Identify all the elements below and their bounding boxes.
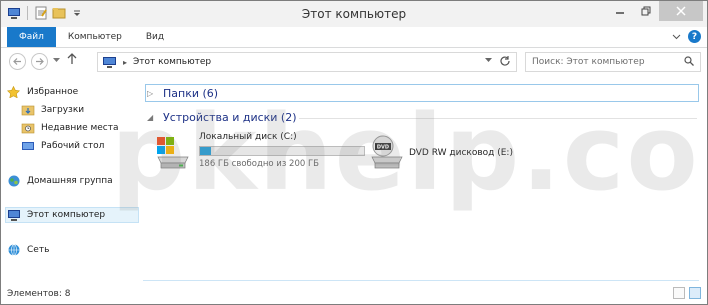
search-placeholder: Поиск: Этот компьютер [532,57,645,67]
address-row: ▸ Этот компьютер Поиск: Этот компьютер [1,49,707,75]
svg-text:DVD: DVD [377,145,389,151]
title-bar: Этот компьютер [1,1,707,27]
restore-icon [641,6,651,16]
details-view-icon[interactable] [673,287,685,299]
refresh-button[interactable] [499,55,511,70]
close-icon [676,6,686,16]
ribbon-tabs: Файл Компьютер Вид ? [1,27,707,48]
star-icon [6,85,21,99]
breadcrumb[interactable]: Этот компьютер [133,57,211,67]
computer-icon [102,56,117,68]
group-title: Устройства и диски (2) [163,110,297,124]
desktop-icon [21,140,35,152]
recent-locations-button[interactable] [53,57,60,65]
up-button[interactable] [67,53,77,68]
downloads-folder-icon [21,104,35,116]
breadcrumb-separator-icon[interactable]: ▸ [123,58,127,67]
nav-label: Рабочий стол [41,141,105,151]
arrow-up-icon [67,53,77,64]
chevron-right-icon[interactable]: ▷ [147,89,157,98]
nav-label: Недавние места [41,123,119,133]
nav-label: Этот компьютер [27,210,106,220]
minimize-icon [616,12,624,14]
nav-label: Избранное [27,87,79,97]
folders-group-header[interactable] [145,84,699,102]
forward-button[interactable] [31,53,48,70]
refresh-icon [500,56,510,66]
arrow-right-icon [36,58,44,65]
arrow-left-icon [13,58,21,65]
nav-label: Домашняя группа [27,176,113,186]
navigation-pane: Избранное Загрузки Недавние места Рабочи… [1,77,141,283]
search-icon[interactable] [684,56,694,66]
tab-computer[interactable]: Компьютер [56,27,134,47]
nav-downloads[interactable]: Загрузки [21,103,84,117]
disk-usage-bar [199,146,365,156]
address-history-button[interactable] [485,57,492,65]
nav-label: Сеть [27,245,50,255]
nav-label: Загрузки [41,105,85,115]
homegroup-icon [7,175,21,187]
disk-usage-fill [200,147,212,155]
nav-favorites[interactable]: Избранное [6,85,79,99]
nav-desktop[interactable]: Рабочий стол [21,139,104,153]
recent-places-icon [21,122,35,134]
group-divider [299,118,697,119]
devices-group[interactable]: ◢ Устройства и диски (2) [147,109,297,125]
chevron-down-icon [672,34,680,39]
address-bar[interactable]: ▸ Этот компьютер [97,52,517,72]
nav-this-pc[interactable]: Этот компьютер [7,208,105,222]
tab-view[interactable]: Вид [134,27,176,47]
tiles-view-icon[interactable] [689,287,701,299]
window-title: Этот компьютер [301,7,407,21]
close-button[interactable] [659,1,703,21]
drive-c[interactable]: Локальный диск (C:) 186 ГБ свободно из 2… [155,129,365,173]
nav-recent-places[interactable]: Недавние места [21,121,119,135]
minimize-button[interactable] [607,1,633,21]
tab-file[interactable]: Файл [7,27,56,47]
explorer-window: Этот компьютер Файл Компьютер Вид ? ▸ Эт… [0,0,708,305]
drive-label: Локальный диск (C:) [199,132,297,142]
chevron-down-icon [485,58,492,62]
chevron-down-icon[interactable]: ◢ [147,113,157,122]
drive-label: DVD RW дисковод (E:) [409,148,513,158]
local-disk-icon [157,137,189,169]
item-count: Элементов: 8 [7,288,71,299]
back-button[interactable] [9,53,26,70]
status-bar: Элементов: 8 [1,283,707,304]
view-switcher [673,287,701,299]
network-icon [7,244,21,256]
group-title: Папки (6) [163,86,219,100]
drive-e[interactable]: DVD DVD RW дисковод (E:) [369,129,569,173]
window-controls [607,1,703,21]
restore-button[interactable] [633,1,659,21]
content-pane: ▷ Папки (6) ◢ Устройства и диски (2) Лок… [143,77,703,283]
computer-icon [7,209,21,221]
nav-homegroup[interactable]: Домашняя группа [7,174,113,188]
pane-divider [143,280,699,281]
expand-ribbon-button[interactable] [670,31,682,43]
ribbon-controls: ? [670,30,701,43]
help-button[interactable]: ? [688,30,701,43]
nav-network[interactable]: Сеть [7,243,49,257]
chevron-down-icon [53,58,60,62]
drive-free-space: 186 ГБ свободно из 200 ГБ [199,159,319,169]
search-input[interactable]: Поиск: Этот компьютер [525,52,701,72]
dvd-drive-icon: DVD [371,135,403,169]
folders-group[interactable]: ▷ Папки (6) [147,85,218,101]
